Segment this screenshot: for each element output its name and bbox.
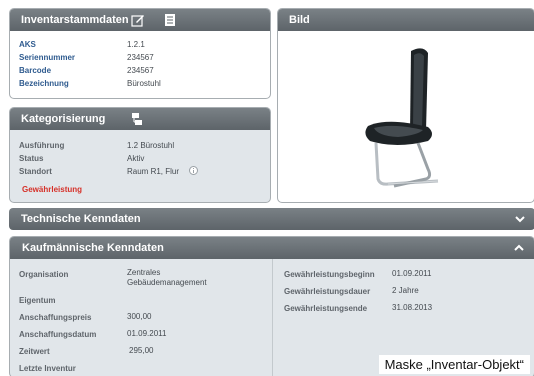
categorization-title: Kategorisierung <box>21 113 106 125</box>
categorization-panel: Kategorisierung Ausführung 1.2 Bürostuhl… <box>9 107 271 203</box>
inventory-header: Inventarstammdaten <box>10 9 270 31</box>
purchase-date-label: Anschaffungsdatum <box>19 330 97 339</box>
location-label: Standort <box>19 167 52 176</box>
inventory-title: Inventarstammdaten <box>21 14 129 26</box>
execution-label: Ausführung <box>19 141 65 150</box>
execution-value: 1.2 Bürostuhl <box>127 141 175 150</box>
edit-icon[interactable] <box>131 13 145 27</box>
barcode-label: Barcode <box>19 66 52 75</box>
designation-value: Bürostuhl <box>127 79 161 88</box>
serial-number-value: 234567 <box>127 53 154 62</box>
warranty-start-value: 01.09.2011 <box>392 269 432 278</box>
image-header: Bild <box>278 9 534 31</box>
current-value-value: 295,00 <box>129 346 154 355</box>
last-inventory-label: Letzte Inventur <box>19 364 76 373</box>
chevron-down-icon[interactable] <box>514 213 526 225</box>
info-icon[interactable] <box>189 166 198 175</box>
warranty-end-label: Gewährleistungsende <box>284 304 368 313</box>
inventory-panel: Inventarstammdaten AKS 1.2.1 Seriennumme… <box>9 8 271 99</box>
designation-label: Bezeichnung <box>19 79 69 88</box>
technical-data-title: Technische Kenndaten <box>21 213 141 225</box>
hierarchy-icon[interactable] <box>130 112 144 126</box>
serial-number-label: Seriennummer <box>19 53 76 62</box>
warranty-link[interactable]: Gewährleistung <box>22 185 82 194</box>
current-value-label: Zeitwert <box>19 347 50 356</box>
aks-value: 1.2.1 <box>127 40 145 49</box>
warranty-duration-label: Gewährleistungsdauer <box>284 287 371 296</box>
document-icon[interactable] <box>163 13 177 27</box>
organization-label: Organisation <box>19 270 69 279</box>
chevron-up-icon[interactable] <box>513 242 525 254</box>
image-panel: Bild <box>277 8 534 203</box>
image-title: Bild <box>289 14 310 26</box>
warranty-duration-value: 2 Jahre <box>392 286 419 295</box>
organization-value: Zentrales Gebäudemanagement <box>127 268 207 287</box>
figure-caption: Maske „Inventar-Objekt“ <box>378 355 530 374</box>
status-value: Aktiv <box>127 154 145 163</box>
barcode-value: 234567 <box>127 66 154 75</box>
warranty-end-value: 31.08.2013 <box>392 303 433 312</box>
column-divider <box>272 259 273 376</box>
ownership-label: Eigentum <box>19 296 56 305</box>
technical-data-section[interactable]: Technische Kenndaten <box>9 208 534 230</box>
location-value: Raum R1, Flur <box>127 167 180 176</box>
commercial-header[interactable]: Kaufmännische Kenndaten <box>10 237 534 259</box>
purchase-date-value: 01.09.2011 <box>127 329 167 338</box>
aks-label: AKS <box>19 40 36 49</box>
chair-image <box>365 48 439 188</box>
commercial-title: Kaufmännische Kenndaten <box>22 242 164 254</box>
purchase-price-label: Anschaffungspreis <box>19 313 92 322</box>
categorization-header: Kategorisierung <box>10 108 270 130</box>
warranty-start-label: Gewährleistungsbeginn <box>284 270 375 279</box>
status-label: Status <box>19 154 44 163</box>
purchase-price-value: 300,00 <box>127 312 152 321</box>
